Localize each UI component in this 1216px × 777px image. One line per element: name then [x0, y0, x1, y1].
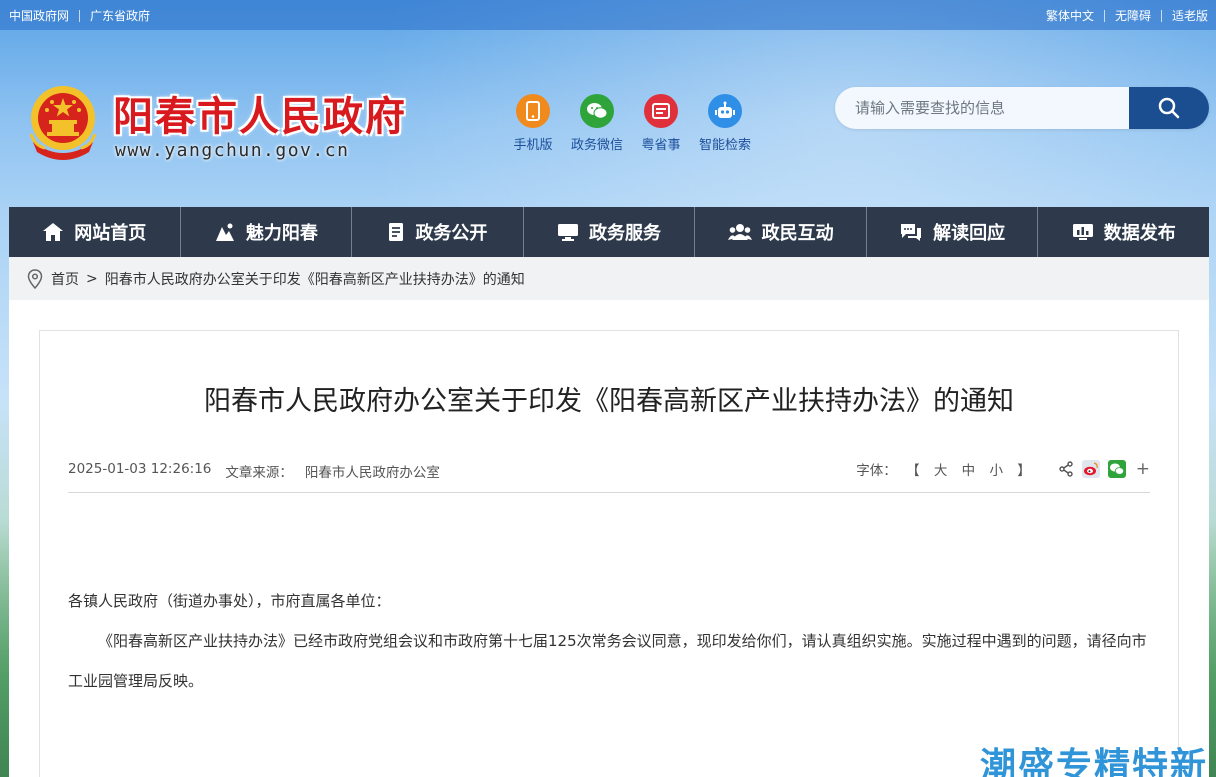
quick-link-label: 政务微信	[570, 138, 623, 153]
search-input[interactable]	[835, 87, 1129, 129]
quick-link-yueshengshi[interactable]: 粤省事	[628, 94, 694, 153]
nav-item-gov-services[interactable]: 政务服务	[524, 207, 696, 257]
robot-icon	[708, 94, 742, 128]
data-icon	[1072, 222, 1094, 242]
article-source: 阳春市人民政府办公室	[304, 465, 440, 481]
nav-item-label: 政务服务	[589, 223, 662, 244]
nav-item-label: 政务公开	[415, 223, 488, 244]
quick-link-wechat[interactable]: 政务微信	[564, 94, 630, 153]
more-share-icon[interactable]: +	[1136, 459, 1150, 479]
article-salutation: 各镇人民政府（街道办事处），市府直属各单位：	[68, 592, 391, 610]
nav-item-label: 解读回应	[933, 223, 1006, 244]
font-bracket-open: 【	[906, 463, 920, 479]
link-guangdong-gov[interactable]: 广东省政府	[90, 7, 150, 24]
home-icon	[42, 222, 64, 242]
article-source-label: 文章来源：	[225, 465, 293, 481]
article-title: 阳春市人民政府办公室关于印发《阳春高新区产业扶持办法》的通知	[204, 386, 1014, 417]
emblem-icon	[29, 86, 97, 160]
divider	[1103, 9, 1105, 22]
nav-item-home[interactable]: 网站首页	[9, 207, 181, 257]
breadcrumb-home[interactable]: 首页	[51, 269, 79, 289]
breadcrumb-separator: >	[86, 270, 98, 287]
main-nav: 网站首页 魅力阳春 政务公开 政务服务 政民互动 解读回应 数据发布	[9, 207, 1209, 257]
article-panel: 阳春市人民政府办公室关于印发《阳春高新区产业扶持办法》的通知 2025-01-0…	[39, 330, 1179, 777]
font-size-control: 字体： 【 大 中 小 】	[856, 459, 1035, 479]
wechat-icon	[580, 94, 614, 128]
article-date: 2025-01-03 12:26:16	[68, 461, 212, 477]
quick-link-label: 粤省事	[641, 138, 681, 153]
nav-item-label: 政民互动	[761, 223, 834, 244]
quick-links: 手机版 政务微信 粤省事 智能检索	[500, 94, 756, 153]
quick-link-mobile[interactable]: 手机版	[500, 94, 566, 153]
mobile-icon	[516, 94, 550, 128]
nav-item-gov-affairs-public[interactable]: 政务公开	[352, 207, 524, 257]
yueshengshi-icon	[644, 94, 678, 128]
national-emblem-logo[interactable]	[27, 84, 99, 160]
nav-item-data-release[interactable]: 数据发布	[1038, 207, 1209, 257]
article-meta: 2025-01-03 12:26:16 文章来源： 阳春市人民政府办公室 字体：…	[68, 459, 1150, 493]
breadcrumb-current[interactable]: 阳春市人民政府办公室关于印发《阳春高新区产业扶持办法》的通知	[105, 269, 525, 289]
search-button[interactable]	[1129, 87, 1209, 129]
search-bar	[835, 87, 1209, 129]
watermark-text: 潮盛专精特新	[980, 746, 1209, 777]
share-icon[interactable]	[1058, 461, 1074, 477]
article-body: 各镇人民政府（街道办事处），市府直属各单位： 《阳春高新区产业扶持办法》已经市政…	[68, 581, 1150, 701]
nav-item-label: 网站首页	[74, 223, 147, 244]
search-icon	[1158, 97, 1180, 119]
link-accessibility[interactable]: 无障碍	[1115, 7, 1151, 24]
link-traditional-chinese[interactable]: 繁体中文	[1046, 7, 1094, 24]
nav-item-label: 魅力阳春	[245, 223, 318, 244]
site-title[interactable]: 阳春市人民政府	[113, 84, 407, 142]
divider	[1160, 9, 1162, 22]
font-size-medium[interactable]: 中	[962, 463, 976, 479]
quick-link-label: 手机版	[513, 138, 553, 153]
font-size-small[interactable]: 小	[989, 463, 1003, 479]
nav-item-label: 数据发布	[1103, 223, 1176, 244]
divider	[79, 9, 81, 22]
document-icon	[387, 222, 405, 242]
people-icon	[727, 222, 752, 242]
nav-item-interaction[interactable]: 政民互动	[695, 207, 867, 257]
site-url: www.yangchun.gov.cn	[115, 140, 350, 161]
font-size-label: 字体：	[856, 463, 897, 479]
font-size-large[interactable]: 大	[934, 463, 948, 479]
chat-icon	[899, 222, 923, 242]
monitor-icon	[557, 222, 579, 242]
nav-item-interpretation[interactable]: 解读回应	[867, 207, 1039, 257]
wechat-share-icon[interactable]	[1107, 460, 1126, 478]
quick-link-label: 智能检索	[698, 138, 751, 153]
weibo-icon[interactable]	[1081, 460, 1100, 478]
location-pin-icon	[27, 268, 43, 289]
breadcrumb: 首页 > 阳春市人民政府办公室关于印发《阳春高新区产业扶持办法》的通知	[9, 257, 1209, 300]
link-china-gov[interactable]: 中国政府网	[9, 7, 69, 24]
article-paragraph: 《阳春高新区产业扶持办法》已经市政府党组会议和市政府第十七届125次常务会议同意…	[68, 632, 1147, 690]
top-bar: 中国政府网 广东省政府 繁体中文 无障碍 适老版	[0, 0, 1216, 30]
nav-item-charm-yangchun[interactable]: 魅力阳春	[181, 207, 353, 257]
link-elderly-mode[interactable]: 适老版	[1172, 7, 1208, 24]
quick-link-smart-search[interactable]: 智能检索	[692, 94, 758, 153]
font-bracket-close: 】	[1017, 463, 1031, 479]
scenery-icon	[214, 222, 236, 242]
